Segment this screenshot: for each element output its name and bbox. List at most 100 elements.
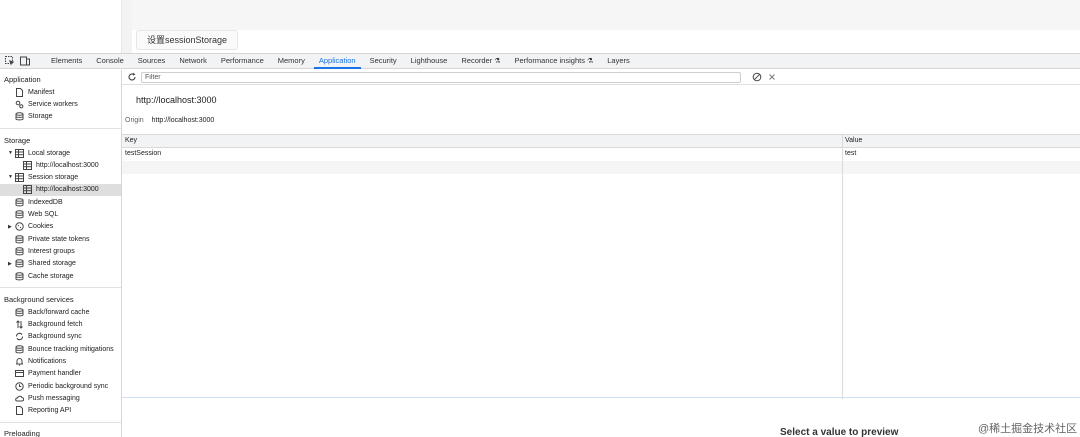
tab-performance[interactable]: Performance [214, 54, 271, 68]
experimental-flask-icon: ⚗ [494, 58, 501, 65]
sidebar-item-periodic-background-sync[interactable]: Periodic background sync [0, 380, 121, 392]
table-row[interactable]: testSession test [122, 148, 1080, 161]
preview-placeholder: Select a value to preview [780, 427, 899, 437]
sidebar-item-cookies[interactable]: ▶ Cookies [0, 221, 121, 233]
cookie-icon [15, 222, 24, 232]
sidebar-item-local-origin[interactable]: http://localhost:3000 [0, 159, 121, 171]
sidebar-item-interest-groups[interactable]: Interest groups [0, 245, 121, 257]
sidebar-item-bounce-tracking-mitigations[interactable]: Bounce tracking mitigations [0, 343, 121, 355]
cloud-icon [15, 394, 24, 403]
application-section-title: Application [4, 75, 41, 84]
sidebar-item-label: http://localhost:3000 [36, 186, 99, 194]
table-row-empty [122, 161, 1080, 174]
sidebar-item-storage[interactable]: Storage [0, 111, 121, 123]
sidebar-item-payment-handler[interactable]: Payment handler [0, 368, 121, 380]
sidebar-divider [0, 287, 121, 289]
sidebar-item-service-workers[interactable]: Service workers [0, 98, 121, 110]
sidebar-item-label: IndexedDB [28, 198, 63, 206]
expand-caret-icon[interactable]: ▼ [8, 174, 13, 180]
sidebar-item-label: Session storage [28, 174, 79, 182]
set-session-storage-button[interactable]: 设置sessionStorage [136, 30, 239, 50]
sidebar-item-indexeddb[interactable]: IndexedDB [0, 196, 121, 208]
sidebar-divider [0, 421, 121, 423]
devtools-tabs: Elements Console Sources Network Performance… [44, 54, 637, 69]
watermark: @稀土掘金技术社区 [978, 423, 1078, 435]
application-sidebar: Application Manifest Service workers Stora… [0, 70, 122, 437]
table-icon [23, 160, 32, 170]
tab-application[interactable]: Application [312, 54, 363, 69]
sidebar-item-label: Manifest [28, 88, 55, 96]
card-icon [15, 369, 24, 378]
tab-label: Recorder [461, 56, 493, 65]
tab-security[interactable]: Security [363, 54, 404, 68]
storage-main-panel: http://localhost:3000 Origin http://loca… [122, 70, 1080, 437]
sidebar-item-label: Back/forward cache [28, 308, 90, 316]
cell-key[interactable]: testSession [125, 150, 161, 157]
column-divider[interactable] [842, 135, 843, 399]
sidebar-item-label: Local storage [28, 149, 71, 157]
sidebar-item-notifications[interactable]: Notifications [0, 355, 121, 367]
sidebar-item-background-sync[interactable]: Background sync [0, 331, 121, 343]
sidebar-item-session-origin[interactable]: http://localhost:3000 [0, 183, 121, 197]
column-header-key[interactable]: Key [125, 137, 137, 144]
tab-recorder[interactable]: Recorder ⚗ [454, 54, 507, 68]
experimental-flask-icon: ⚗ [586, 58, 594, 65]
filter-toolbar [122, 70, 1080, 85]
tab-console[interactable]: Console [89, 54, 131, 68]
delete-selected-icon[interactable] [767, 72, 777, 82]
sidebar-item-reporting-api[interactable]: Reporting API [0, 405, 121, 417]
origin-value: http://localhost:3000 [151, 117, 215, 124]
tab-layers[interactable]: Layers [600, 54, 637, 68]
tab-lighthouse[interactable]: Lighthouse [404, 54, 455, 68]
sidebar-item-label: Cache storage [28, 272, 74, 280]
background-services-section-title: Background services [4, 295, 74, 305]
page-header-strip [132, 0, 1080, 30]
sidebar-item-manifest[interactable]: Manifest [0, 86, 121, 98]
sidebar-item-push-messaging[interactable]: Push messaging [0, 392, 121, 404]
sidebar-item-label: Private state tokens [28, 235, 90, 243]
database-icon [15, 210, 24, 219]
sidebar-item-label: Reporting API [28, 407, 72, 415]
sidebar-item-background-fetch[interactable]: Background fetch [0, 318, 121, 330]
tab-label: Security [369, 56, 397, 65]
database-icon [15, 271, 24, 281]
device-toolbar-icon[interactable] [20, 56, 30, 66]
sidebar-item-cache-storage[interactable]: Cache storage [0, 270, 121, 282]
database-icon [15, 234, 24, 244]
sidebar-item-label: Interest groups [28, 247, 75, 255]
sidebar-item-web-sql[interactable]: Web SQL [0, 208, 121, 220]
sidebar-item-session-storage[interactable]: ▼ Session storage [0, 171, 121, 183]
sidebar-item-local-storage[interactable]: ▼ Local storage [0, 147, 121, 159]
sidebar-item-label: http://localhost:3000 [36, 161, 99, 169]
column-header-value[interactable]: Value [845, 137, 862, 144]
database-icon [15, 307, 24, 317]
filter-input[interactable] [141, 72, 741, 83]
tab-memory[interactable]: Memory [271, 54, 312, 68]
sidebar-item-label: Web SQL [28, 211, 59, 219]
tab-sources[interactable]: Sources [131, 54, 173, 68]
expand-caret-icon[interactable]: ▶ [8, 261, 12, 267]
sidebar-item-label: Cookies [28, 223, 54, 231]
expand-caret-icon[interactable]: ▼ [8, 150, 13, 156]
tab-elements[interactable]: Elements [44, 54, 89, 68]
database-icon [15, 112, 24, 121]
origin-heading: http://localhost:3000 [136, 95, 217, 105]
page-scroll-gutter [122, 0, 132, 53]
table-header: Key Value [122, 135, 1080, 148]
tab-network[interactable]: Network [172, 54, 214, 68]
sidebar-item-private-state-tokens[interactable]: Private state tokens [0, 233, 121, 245]
clear-all-icon[interactable] [752, 72, 762, 82]
sidebar-item-label: Bounce tracking mitigations [28, 345, 114, 353]
sidebar-item-back-forward-cache[interactable]: Back/forward cache [0, 306, 121, 318]
expand-caret-icon[interactable]: ▶ [8, 224, 12, 230]
tab-label: Memory [277, 56, 305, 65]
tab-performance-insights[interactable]: Performance insights ⚗ [508, 54, 601, 68]
cell-value[interactable]: test [845, 150, 856, 157]
refresh-icon[interactable] [127, 72, 137, 82]
tab-label: Console [96, 56, 124, 65]
sidebar-item-shared-storage[interactable]: ▶ Shared storage [0, 258, 121, 270]
inspect-element-icon[interactable] [5, 56, 15, 66]
table-icon [23, 185, 32, 195]
gears-icon [15, 100, 24, 109]
tab-label: Network [179, 56, 207, 65]
